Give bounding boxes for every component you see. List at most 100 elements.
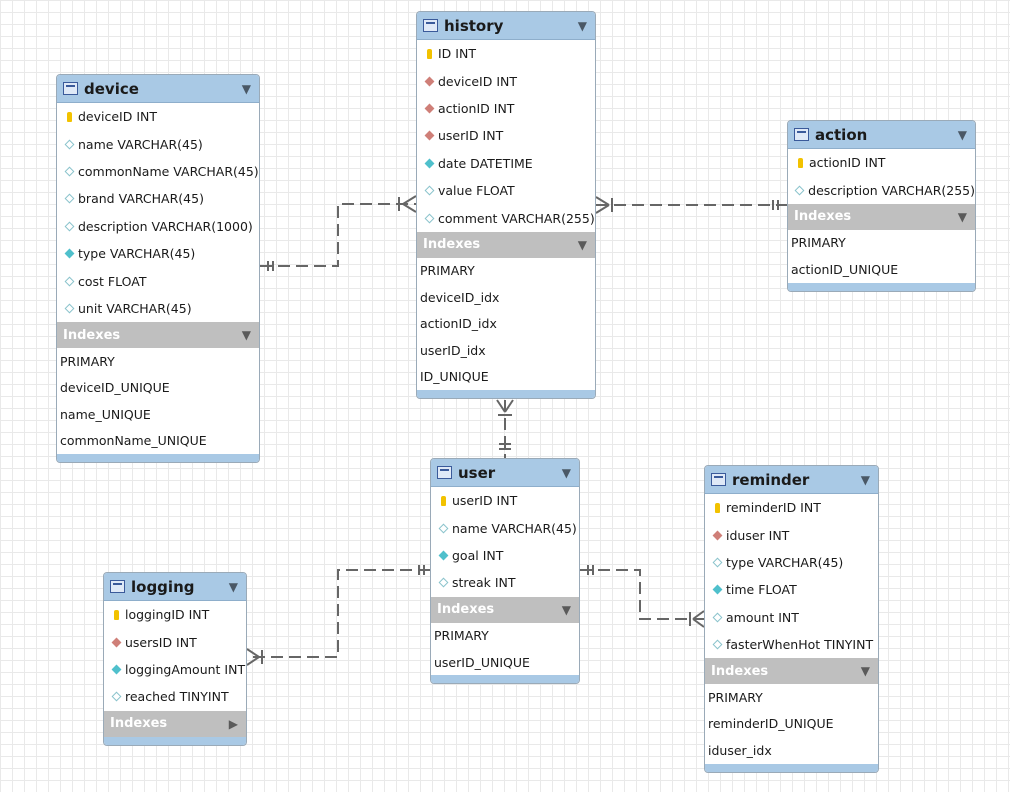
indexes-header[interactable]: Indexes ▶	[104, 710, 246, 737]
column-row[interactable]: time FLOAT	[705, 576, 878, 603]
collapse-arrow-icon[interactable]: ▼	[958, 128, 967, 142]
relationship-user-reminder[interactable]	[580, 565, 705, 628]
collapse-arrow-icon[interactable]: ▼	[242, 328, 251, 342]
index-row[interactable]: PRIMARY	[431, 623, 579, 649]
indexes-header[interactable]: Indexes ▼	[417, 231, 595, 258]
column-row[interactable]: userID INT	[431, 487, 579, 514]
column-row[interactable]: streak INT	[431, 569, 579, 596]
column-row[interactable]: cost FLOAT	[57, 267, 259, 294]
collapse-arrow-icon[interactable]: ▼	[958, 210, 967, 224]
collapse-arrow-icon[interactable]: ▼	[242, 82, 251, 96]
table-user[interactable]: user ▼ userID INT name VARCHAR(45) goal INT s…	[430, 458, 580, 685]
nullable-column-icon	[63, 139, 75, 150]
collapse-arrow-icon[interactable]: ▼	[578, 238, 587, 252]
column-row[interactable]: description VARCHAR(255)	[788, 176, 975, 203]
table-history[interactable]: history ▼ ID INT deviceID INT actionID INT us…	[416, 11, 596, 399]
column-row[interactable]: actionID INT	[788, 149, 975, 176]
table-header[interactable]: user ▼	[431, 459, 579, 487]
table-name: logging	[131, 577, 195, 596]
table-reminder[interactable]: reminder ▼ reminderID INT iduser INT type VA…	[704, 465, 879, 773]
index-row[interactable]: iduser_idx	[705, 737, 878, 763]
column-row[interactable]: type VARCHAR(45)	[705, 549, 878, 576]
column-row[interactable]: unit VARCHAR(45)	[57, 295, 259, 322]
index-row[interactable]: ID_UNIQUE	[417, 363, 595, 389]
index-row[interactable]: actionID_idx	[417, 311, 595, 337]
column-row[interactable]: reached TINYINT	[104, 683, 246, 710]
column-row[interactable]: usersID INT	[104, 628, 246, 655]
indexes-label: Indexes	[423, 237, 481, 253]
collapse-arrow-icon[interactable]: ▼	[578, 19, 587, 33]
column-row[interactable]: loggingID INT	[104, 601, 246, 628]
relationship-device-history[interactable]	[260, 195, 417, 271]
column-row[interactable]: iduser INT	[705, 521, 878, 548]
indexes-header[interactable]: Indexes ▼	[431, 596, 579, 623]
collapse-arrow-icon[interactable]: ▼	[861, 664, 870, 678]
table-header[interactable]: reminder ▼	[705, 466, 878, 494]
column-row[interactable]: goal INT	[431, 542, 579, 569]
indexes-header[interactable]: Indexes ▼	[57, 322, 259, 349]
relationship-user-logging[interactable]	[246, 565, 430, 666]
column-text: date DATETIME	[438, 155, 533, 171]
column-row[interactable]: ID INT	[417, 40, 595, 67]
table-name: action	[815, 125, 868, 144]
foreign-key-icon	[423, 130, 435, 141]
column-row[interactable]: brand VARCHAR(45)	[57, 185, 259, 212]
foreign-key-icon	[423, 76, 435, 87]
table-header[interactable]: action ▼	[788, 121, 975, 149]
table-name: reminder	[732, 470, 810, 489]
column-row[interactable]: name VARCHAR(45)	[57, 130, 259, 157]
table-action[interactable]: action ▼ actionID INT description VARCHAR(2…	[787, 120, 976, 292]
column-row[interactable]: commonName VARCHAR(45)	[57, 158, 259, 185]
column-row[interactable]: name VARCHAR(45)	[431, 514, 579, 541]
index-row[interactable]: actionID_UNIQUE	[788, 256, 975, 282]
column-row[interactable]: amount INT	[705, 604, 878, 631]
indexes-label: Indexes	[63, 327, 121, 343]
table-name: history	[444, 16, 504, 35]
indexes-header[interactable]: Indexes ▼	[705, 658, 878, 685]
index-row[interactable]: PRIMARY	[417, 258, 595, 284]
collapse-arrow-icon[interactable]: ▼	[562, 466, 571, 480]
table-device[interactable]: device ▼ deviceID INT name VARCHAR(45) commo…	[56, 74, 260, 463]
index-row[interactable]: userID_idx	[417, 337, 595, 363]
index-row[interactable]: userID_UNIQUE	[431, 649, 579, 675]
column-row[interactable]: date DATETIME	[417, 150, 595, 177]
index-row[interactable]: PRIMARY	[705, 684, 878, 710]
primary-key-icon	[423, 48, 435, 59]
index-row[interactable]: name_UNIQUE	[57, 401, 259, 427]
collapse-arrow-icon[interactable]: ▼	[229, 580, 238, 594]
nullable-column-icon	[63, 221, 75, 232]
table-name: user	[458, 463, 496, 482]
table-icon	[110, 580, 125, 593]
expand-arrow-icon[interactable]: ▶	[229, 717, 238, 731]
column-row[interactable]: comment VARCHAR(255)	[417, 204, 595, 231]
index-row[interactable]: deviceID_idx	[417, 284, 595, 310]
table-header[interactable]: device ▼	[57, 75, 259, 103]
relationship-action-history[interactable]	[595, 196, 787, 214]
index-row[interactable]: PRIMARY	[57, 348, 259, 374]
column-row[interactable]: userID INT	[417, 122, 595, 149]
table-header[interactable]: logging ▼	[104, 573, 246, 601]
column-row[interactable]: type VARCHAR(45)	[57, 240, 259, 267]
indexes-label: Indexes	[110, 716, 168, 732]
column-text: type VARCHAR(45)	[726, 554, 844, 570]
column-row[interactable]: fasterWhenHot TINYINT	[705, 631, 878, 658]
relationship-user-history[interactable]	[496, 399, 514, 458]
table-header[interactable]: history ▼	[417, 12, 595, 40]
index-row[interactable]: reminderID_UNIQUE	[705, 711, 878, 737]
column-row[interactable]: value FLOAT	[417, 177, 595, 204]
column-row[interactable]: description VARCHAR(1000)	[57, 213, 259, 240]
table-logging[interactable]: logging ▼ loggingID INT usersID INT loggingA…	[103, 572, 247, 746]
indexes-header[interactable]: Indexes ▼	[788, 203, 975, 230]
index-row[interactable]: commonName_UNIQUE	[57, 427, 259, 453]
index-row[interactable]: PRIMARY	[788, 230, 975, 256]
column-row[interactable]: deviceID INT	[417, 67, 595, 94]
column-row[interactable]: deviceID INT	[57, 103, 259, 130]
collapse-arrow-icon[interactable]: ▼	[861, 473, 870, 487]
column-text: value FLOAT	[438, 183, 515, 199]
column-row[interactable]: actionID INT	[417, 95, 595, 122]
column-row[interactable]: reminderID INT	[705, 494, 878, 521]
index-row[interactable]: deviceID_UNIQUE	[57, 375, 259, 401]
column-row[interactable]: loggingAmount INT	[104, 656, 246, 683]
column-text: commonName VARCHAR(45)	[78, 163, 259, 179]
collapse-arrow-icon[interactable]: ▼	[562, 603, 571, 617]
